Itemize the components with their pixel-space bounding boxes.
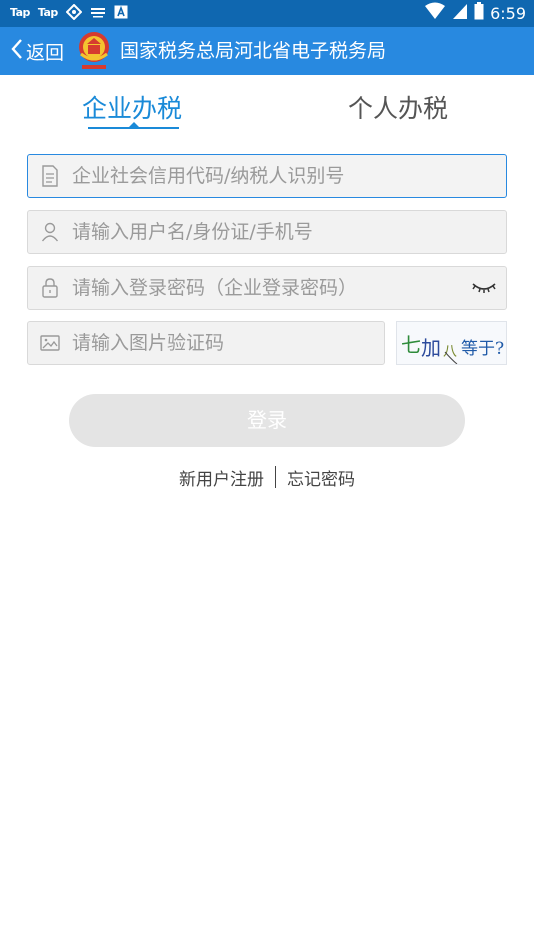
wifi-icon bbox=[424, 2, 446, 24]
tap-app-icon: Tap bbox=[37, 5, 58, 19]
title-bar: 返回 国家税务总局河北省电子税务局 bbox=[0, 27, 534, 75]
login-tabs: 企业办税 个人办税 bbox=[0, 75, 534, 137]
credit-code-input[interactable] bbox=[72, 155, 506, 197]
status-left: Tap Tap bbox=[10, 4, 128, 20]
username-field bbox=[27, 210, 507, 254]
status-right: 6:59 bbox=[424, 2, 526, 24]
a-app-icon bbox=[114, 5, 128, 19]
tap-app-icon: Tap bbox=[10, 5, 30, 19]
status-time: 6:59 bbox=[490, 3, 526, 23]
tab-personal[interactable]: 个人办税 bbox=[348, 89, 448, 125]
register-link[interactable]: 新用户注册 bbox=[168, 465, 275, 490]
user-icon bbox=[28, 211, 72, 253]
account-links: 新用户注册 忘记密码 bbox=[0, 463, 534, 491]
back-button[interactable]: 返回 bbox=[10, 27, 64, 75]
captcha-char-4: 等于? bbox=[461, 339, 504, 359]
page-title: 国家税务总局河北省电子税务局 bbox=[120, 40, 387, 62]
eye-closed-icon[interactable] bbox=[462, 267, 506, 309]
document-icon bbox=[28, 155, 72, 197]
tab-active-indicator bbox=[88, 127, 179, 129]
username-input[interactable] bbox=[72, 211, 506, 253]
tax-emblem-icon bbox=[77, 30, 111, 72]
lock-icon bbox=[28, 267, 72, 309]
forgot-password-link[interactable]: 忘记密码 bbox=[276, 465, 366, 490]
password-field bbox=[27, 266, 507, 310]
login-button[interactable]: 登录 bbox=[69, 394, 465, 447]
password-input[interactable] bbox=[72, 267, 462, 309]
chevron-left-icon bbox=[10, 38, 24, 64]
credit-code-field bbox=[27, 154, 507, 198]
keyboard-icon bbox=[90, 6, 106, 18]
image-icon bbox=[28, 322, 72, 364]
tab-enterprise[interactable]: 企业办税 bbox=[82, 89, 182, 125]
back-label: 返回 bbox=[26, 41, 65, 64]
captcha-char-1: 七 bbox=[401, 333, 421, 357]
signal-icon bbox=[452, 2, 468, 24]
captcha-image[interactable]: 七 加 八 等于? bbox=[396, 321, 507, 365]
captcha-char-2: 加 bbox=[421, 336, 441, 360]
captcha-input[interactable] bbox=[72, 322, 384, 364]
captcha-field bbox=[27, 321, 385, 365]
battery-icon bbox=[474, 2, 484, 24]
vpn-icon bbox=[65, 4, 82, 20]
status-bar: Tap Tap 6:59 bbox=[0, 0, 534, 27]
